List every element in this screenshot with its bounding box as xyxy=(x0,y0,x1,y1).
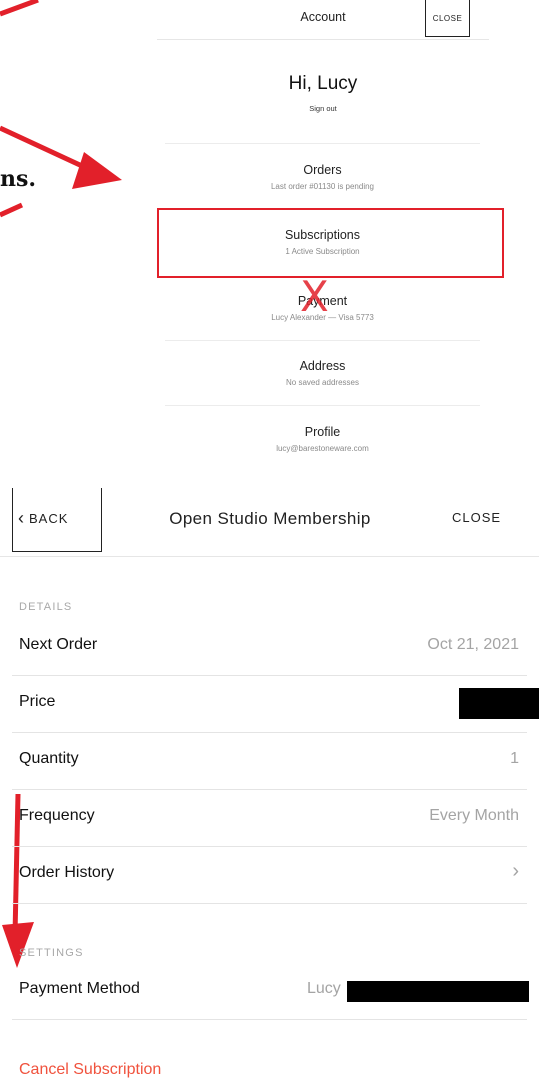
close-button[interactable]: CLOSE xyxy=(452,510,501,525)
divider xyxy=(165,340,480,341)
settings-row-payment-method[interactable]: Payment Method Lucy xyxy=(12,962,529,1020)
detail-row-price: Price xyxy=(12,675,539,733)
menu-item-title: Profile xyxy=(304,425,341,439)
redaction-block xyxy=(459,688,539,719)
chevron-right-icon: › xyxy=(512,860,519,882)
menu-item-title: Orders xyxy=(303,163,342,177)
redaction-block xyxy=(347,981,529,1002)
detail-row-quantity[interactable]: Quantity 1 xyxy=(12,732,527,790)
menu-item-address[interactable]: Address No saved addresses xyxy=(165,359,480,387)
row-label: Payment Method xyxy=(19,980,140,997)
detail-row-order-history[interactable]: Order History › xyxy=(12,846,527,904)
sign-out-link[interactable]: Sign out xyxy=(157,104,489,113)
highlight-box xyxy=(157,208,504,278)
row-label: Next Order xyxy=(19,636,98,653)
menu-item-orders[interactable]: Orders Last order #01130 is pending xyxy=(165,163,480,191)
arrow-head-icon xyxy=(72,152,122,189)
row-value: Lucy xyxy=(307,980,341,997)
menu-item-profile[interactable]: Profile lucy@barestoneware.com xyxy=(165,425,480,453)
menu-item-subtitle: Last order #01130 is pending xyxy=(270,182,375,191)
divider xyxy=(165,405,480,406)
section-label-details: DETAILS xyxy=(19,601,73,613)
divider xyxy=(165,143,480,144)
row-label: Order History xyxy=(19,864,115,881)
row-label: Frequency xyxy=(19,807,95,824)
menu-item-subtitle: No saved addresses xyxy=(286,378,359,387)
detail-row-next-order: Next Order Oct 21, 2021 xyxy=(12,618,527,676)
row-value: 1 xyxy=(510,750,519,767)
row-value: Every Month xyxy=(429,807,519,824)
row-label: Quantity xyxy=(19,750,79,767)
back-label: BACK xyxy=(29,511,69,526)
greeting: Hi, Lucy xyxy=(288,73,358,94)
annotation-text: ns. xyxy=(0,166,37,192)
row-label: Price xyxy=(19,693,56,710)
row-value: Oct 21, 2021 xyxy=(427,636,519,653)
page-title: Open Studio Membership xyxy=(169,509,371,528)
account-close-button[interactable]: CLOSE xyxy=(425,0,470,37)
red-stroke xyxy=(0,202,24,218)
red-stroke xyxy=(0,0,39,17)
chevron-left-icon: ‹ xyxy=(18,508,25,528)
subscription-header: ‹ BACK Open Studio Membership CLOSE xyxy=(0,488,539,557)
cancel-subscription-link[interactable]: Cancel Subscription xyxy=(19,1061,161,1079)
menu-item-title: Address xyxy=(299,359,346,373)
x-mark-annotation: X xyxy=(300,272,329,321)
menu-item-subtitle: lucy@barestoneware.com xyxy=(276,444,369,453)
section-label-settings: SETTINGS xyxy=(19,947,84,959)
detail-row-frequency[interactable]: Frequency Every Month xyxy=(12,789,527,847)
back-button[interactable]: ‹ BACK xyxy=(12,488,102,552)
